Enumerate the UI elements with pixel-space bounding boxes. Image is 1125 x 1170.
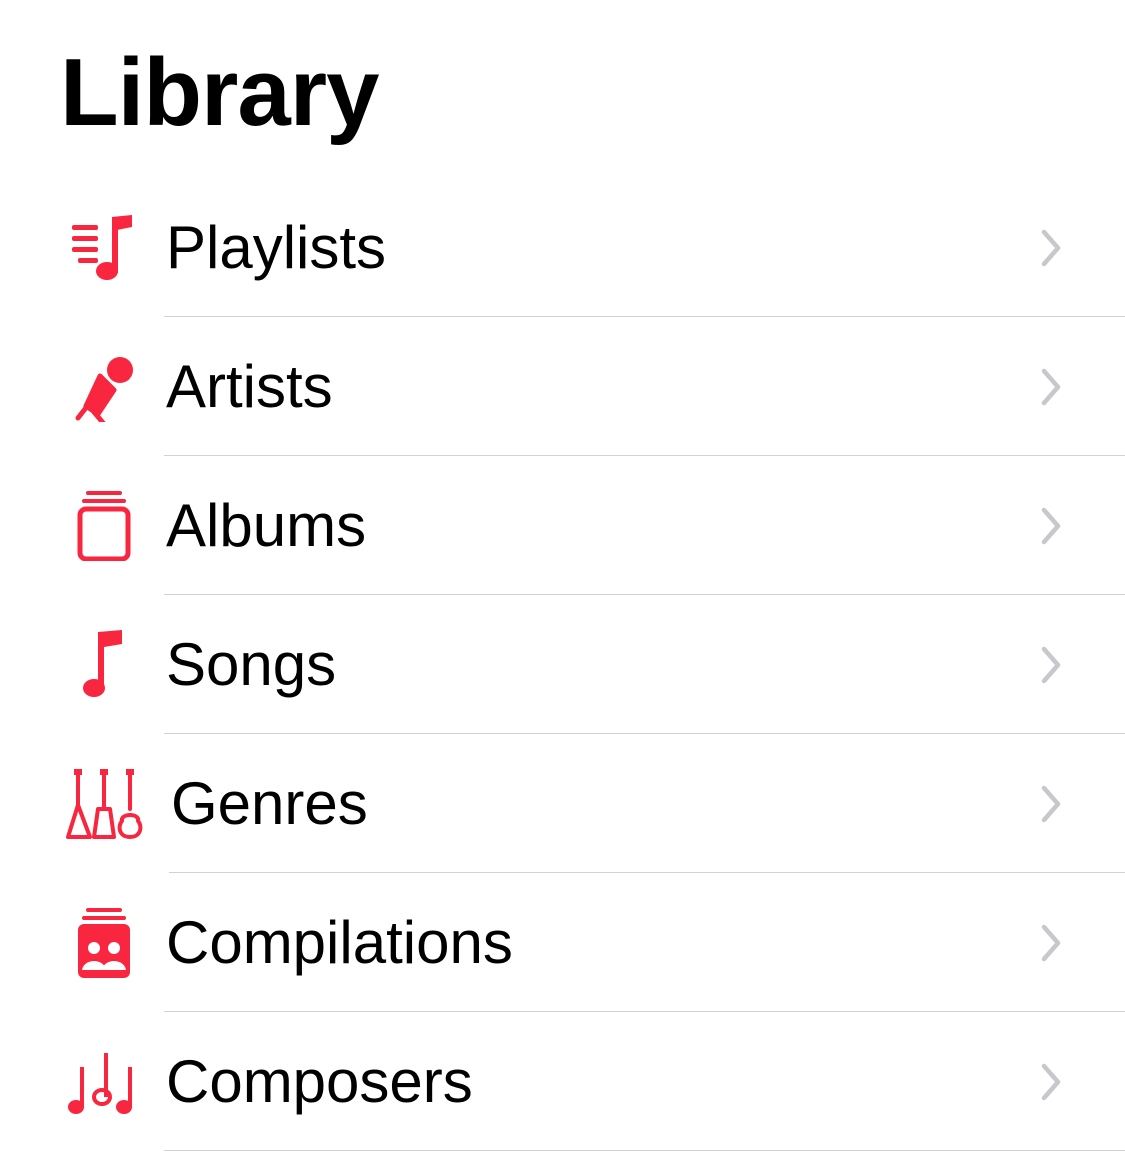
library-list: Playlists Artists Albums Songs Genres Co… [0,178,1125,1151]
compilation-icon [64,908,144,978]
row-label: Composers [166,1048,473,1115]
chevron-right-icon [1038,367,1064,407]
row-label: Albums [166,492,367,559]
library-row-albums[interactable]: Albums [0,456,1125,595]
page-title: Library [60,39,379,146]
library-row-artists[interactable]: Artists [0,317,1125,456]
playlist-icon [64,213,144,283]
music-note-icon [64,630,144,700]
row-label: Playlists [166,214,387,281]
library-row-playlists[interactable]: Playlists [0,178,1125,317]
chevron-right-icon [1038,645,1064,685]
chevron-right-icon [1038,923,1064,963]
music-notes-icon [64,1047,144,1117]
chevron-right-icon [1038,1062,1064,1102]
row-label: Genres [171,770,368,837]
row-label: Artists [166,353,333,420]
chevron-right-icon [1038,506,1064,546]
chevron-right-icon [1038,784,1064,824]
library-row-songs[interactable]: Songs [0,595,1125,734]
row-divider [164,1149,1125,1151]
library-row-genres[interactable]: Genres [0,734,1125,873]
library-row-composers[interactable]: Composers [0,1012,1125,1151]
album-stack-icon [64,491,144,561]
row-label: Songs [166,631,337,698]
chevron-right-icon [1038,228,1064,268]
microphone-icon [64,352,144,422]
guitars-icon [64,769,144,839]
library-row-compilations[interactable]: Compilations [0,873,1125,1012]
row-label: Compilations [166,909,513,976]
